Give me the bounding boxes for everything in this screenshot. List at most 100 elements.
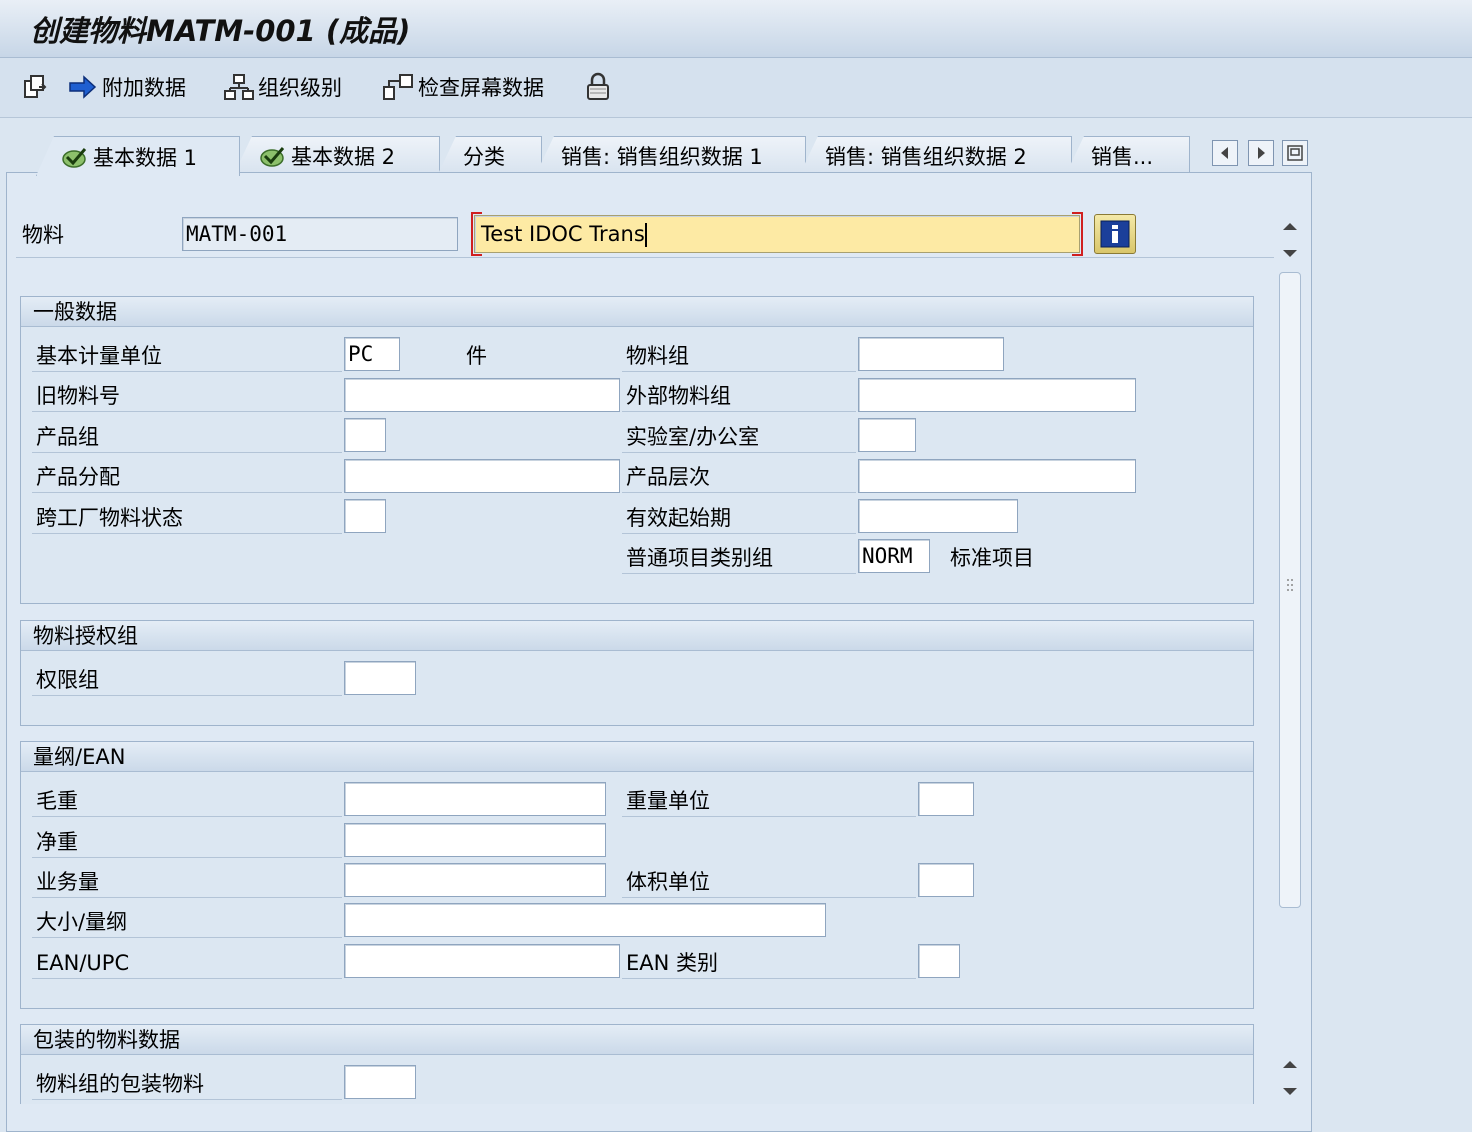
size-dimensions-label: 大小/量纲 [32, 906, 342, 938]
other-material-button[interactable] [22, 71, 50, 103]
org-levels-button[interactable]: 组织级别 [224, 71, 342, 103]
material-number-field[interactable]: MATM-001 [182, 217, 458, 251]
packaging-material-group-label: 物料组的包装物料 [32, 1068, 342, 1100]
tab-label: 销售: 销售组织数据 1 [561, 144, 763, 169]
vertical-scrollbar[interactable] [1278, 208, 1302, 1108]
tab-label: 销售... [1091, 144, 1154, 169]
grip-icon [1287, 579, 1293, 591]
org-hierarchy-icon [224, 74, 254, 100]
check-icon [62, 147, 87, 168]
arrow-right-icon [69, 75, 97, 99]
material-description-field[interactable]: Test IDOC Trans [474, 215, 1080, 253]
ext-material-group-field[interactable] [858, 378, 1136, 412]
check-screen-data-label: 检查屏幕数据 [418, 76, 544, 100]
valid-from-label: 有效起始期 [622, 502, 856, 534]
product-hierarchy-label: 产品层次 [622, 461, 856, 493]
check-icon [260, 146, 285, 167]
product-hierarchy-field[interactable] [858, 459, 1136, 493]
tab-list-icon [1287, 145, 1303, 161]
item-category-group-label: 普通项目类别组 [622, 542, 856, 574]
volume-unit-field[interactable] [918, 863, 974, 897]
packaging-material-group-field[interactable] [344, 1065, 416, 1099]
material-group-field[interactable] [858, 337, 1004, 371]
info-button[interactable] [1094, 214, 1136, 254]
page-up-button[interactable] [1278, 212, 1302, 240]
tab-sales-more[interactable]: 销售... [1066, 136, 1190, 174]
lab-office-label: 实验室/办公室 [622, 421, 856, 453]
tab-classification[interactable]: 分类 [438, 136, 542, 174]
cross-plant-status-field[interactable] [344, 499, 386, 533]
volume-label: 业务量 [32, 866, 342, 898]
product-group-field[interactable] [344, 418, 386, 452]
volume-field[interactable] [344, 863, 606, 897]
org-levels-label: 组织级别 [258, 76, 342, 100]
tab-scroll-left-button[interactable] [1212, 140, 1238, 166]
triangle-up-icon [1283, 1061, 1297, 1068]
ext-material-group-label: 外部物料组 [622, 380, 856, 412]
material-group-label: 物料组 [622, 340, 856, 372]
triangle-down-icon [1283, 250, 1297, 257]
required-bracket-right [1072, 212, 1083, 256]
tab-label: 基本数据 1 [93, 145, 198, 170]
tab-sales-org-2[interactable]: 销售: 销售组织数据 2 [800, 136, 1072, 174]
product-group-label: 产品组 [32, 421, 342, 453]
group-title: 一般数据 [21, 297, 1253, 327]
cross-plant-status-label: 跨工厂物料状态 [32, 502, 342, 534]
material-label: 物料 [22, 223, 64, 247]
product-allocation-field[interactable] [344, 459, 620, 493]
page-title: 创建物料MATM-001 (成品) [30, 14, 411, 48]
base-uom-label: 基本计量单位 [32, 340, 342, 372]
size-dimensions-field[interactable] [344, 903, 826, 937]
auth-group-field[interactable] [344, 661, 416, 695]
tab-basic-data-1[interactable]: 基本数据 1 [36, 136, 240, 176]
lock-icon [587, 72, 609, 100]
old-material-number-field[interactable] [344, 378, 620, 412]
ean-category-field[interactable] [918, 944, 960, 978]
ean-upc-label: EAN/UPC [32, 947, 342, 979]
scroll-down-button[interactable] [1278, 240, 1302, 268]
scrollbar-thumb[interactable] [1279, 272, 1301, 908]
tab-scroll-right-button[interactable] [1248, 140, 1274, 166]
page-down-button[interactable] [1278, 1078, 1302, 1106]
auth-group-label: 权限组 [32, 664, 342, 696]
base-uom-field[interactable]: PC [344, 337, 400, 371]
valid-from-field[interactable] [858, 499, 1018, 533]
gross-weight-field[interactable] [344, 782, 606, 816]
group-title: 包装的物料数据 [21, 1025, 1253, 1055]
lab-office-field[interactable] [858, 418, 916, 452]
group-title: 量纲/EAN [21, 742, 1253, 772]
weight-unit-field[interactable] [918, 782, 974, 816]
check-screen-data-button[interactable]: 检查屏幕数据 [382, 71, 544, 103]
chevron-right-icon [1258, 147, 1265, 159]
check-data-icon [383, 74, 413, 100]
net-weight-field[interactable] [344, 823, 606, 857]
additional-data-button[interactable]: 附加数据 [68, 71, 186, 103]
item-category-group-text: 标准项目 [950, 546, 1034, 570]
weight-unit-label: 重量单位 [622, 785, 916, 817]
ean-upc-field[interactable] [344, 944, 620, 978]
additional-data-label: 附加数据 [102, 76, 186, 100]
net-weight-label: 净重 [32, 826, 342, 858]
group-title: 物料授权组 [21, 621, 1253, 651]
info-icon [1100, 220, 1130, 248]
gross-weight-label: 毛重 [32, 785, 342, 817]
application-toolbar: 附加数据 组织级别 检查屏幕数据 [0, 58, 1472, 118]
product-allocation-label: 产品分配 [32, 461, 342, 493]
tab-label: 分类 [463, 144, 505, 169]
tab-list-button[interactable] [1282, 140, 1308, 166]
tab-strip: 基本数据 1 基本数据 2 分类 销售: 销售组织数据 1 销售: 销售组织数据… [0, 136, 1312, 176]
required-bracket-left [471, 212, 482, 256]
ean-category-label: EAN 类别 [622, 947, 916, 979]
volume-unit-label: 体积单位 [622, 866, 916, 898]
item-category-group-field[interactable]: NORM [858, 539, 930, 573]
text-cursor [644, 223, 647, 247]
title-bar: 创建物料MATM-001 (成品) [0, 0, 1472, 58]
tab-basic-data-2[interactable]: 基本数据 2 [234, 136, 440, 174]
base-uom-text: 件 [466, 344, 487, 368]
description-text: Test IDOC Trans [481, 222, 645, 246]
lock-button[interactable] [584, 71, 612, 103]
tab-sales-org-1[interactable]: 销售: 销售组织数据 1 [536, 136, 806, 174]
scroll-up-button[interactable] [1278, 1050, 1302, 1078]
triangle-down-icon [1283, 1088, 1297, 1095]
chevron-left-icon [1221, 147, 1228, 159]
